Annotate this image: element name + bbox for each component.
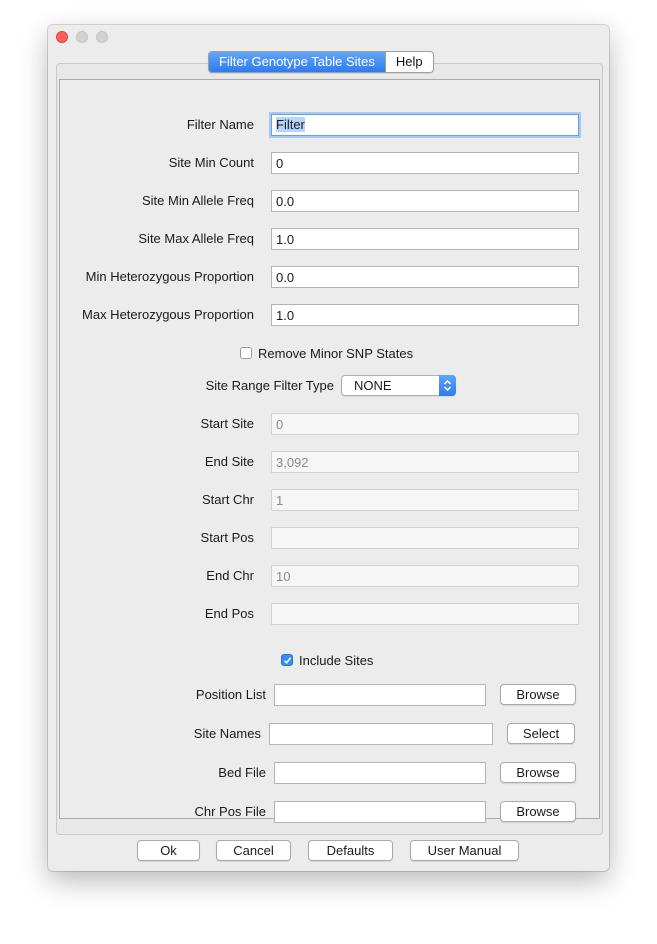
filter-name-value: Filter bbox=[276, 117, 305, 132]
bed-file-input[interactable] bbox=[274, 762, 486, 784]
chr-pos-file-input[interactable] bbox=[274, 801, 486, 823]
dialog-window: Filter Name Filter Site Min Count Site M… bbox=[48, 25, 609, 871]
updown-arrows-icon bbox=[439, 375, 456, 396]
remove-minor-snp-box[interactable] bbox=[240, 347, 252, 359]
start-pos-input[interactable] bbox=[271, 527, 579, 549]
site-min-count-input[interactable] bbox=[271, 152, 579, 174]
include-sites-box[interactable] bbox=[281, 654, 293, 666]
end-site-label: End Site bbox=[204, 454, 254, 469]
site-min-count-label: Site Min Count bbox=[168, 155, 254, 170]
start-chr-input[interactable] bbox=[271, 489, 579, 511]
defaults-button[interactable]: Defaults bbox=[308, 840, 393, 861]
range-filter-type-value: NONE bbox=[354, 378, 392, 393]
start-pos-label: Start Pos bbox=[200, 530, 254, 545]
chr-pos-file-label: Chr Pos File bbox=[194, 804, 266, 819]
ok-button[interactable]: Ok bbox=[137, 840, 200, 861]
checkmark-icon bbox=[283, 657, 292, 664]
position-list-browse-button[interactable]: Browse bbox=[500, 684, 576, 705]
close-window-button[interactable] bbox=[56, 31, 68, 43]
end-pos-input[interactable] bbox=[271, 603, 579, 625]
end-chr-input[interactable] bbox=[271, 565, 579, 587]
tab-help[interactable]: Help bbox=[384, 52, 433, 72]
tab-bar: Filter Genotype Table Sites Help bbox=[208, 51, 434, 73]
bed-file-browse-button[interactable]: Browse bbox=[500, 762, 576, 783]
end-site-input[interactable] bbox=[271, 451, 579, 473]
include-sites-checkbox[interactable]: Include Sites bbox=[281, 651, 373, 669]
minimize-window-button[interactable] bbox=[76, 31, 88, 43]
remove-minor-snp-checkbox[interactable]: Remove Minor SNP States bbox=[240, 344, 413, 362]
user-manual-button[interactable]: User Manual bbox=[410, 840, 519, 861]
cancel-button[interactable]: Cancel bbox=[216, 840, 291, 861]
min-het-proportion-label: Min Heterozygous Proportion bbox=[85, 269, 254, 284]
filter-name-input[interactable]: Filter bbox=[271, 114, 579, 136]
tab-filter-genotype-table-sites[interactable]: Filter Genotype Table Sites bbox=[209, 52, 385, 72]
bed-file-label: Bed File bbox=[218, 765, 266, 780]
remove-minor-snp-label: Remove Minor SNP States bbox=[258, 345, 414, 361]
start-site-label: Start Site bbox=[200, 416, 254, 431]
filter-name-label: Filter Name bbox=[186, 117, 254, 132]
start-chr-label: Start Chr bbox=[201, 492, 254, 507]
site-names-input[interactable] bbox=[269, 723, 493, 745]
site-names-select-button[interactable]: Select bbox=[507, 723, 575, 744]
site-min-allele-freq-label: Site Min Allele Freq bbox=[142, 193, 254, 208]
zoom-window-button[interactable] bbox=[96, 31, 108, 43]
site-max-allele-freq-input[interactable] bbox=[271, 228, 579, 250]
filter-form-panel: Filter Name Filter Site Min Count Site M… bbox=[59, 79, 600, 823]
chr-pos-file-browse-button[interactable]: Browse bbox=[500, 801, 576, 822]
max-het-proportion-label: Max Heterozygous Proportion bbox=[82, 307, 254, 322]
end-pos-label: End Pos bbox=[204, 606, 254, 621]
position-list-label: Position List bbox=[195, 687, 266, 702]
end-chr-label: End Chr bbox=[206, 568, 254, 583]
site-min-allele-freq-input[interactable] bbox=[271, 190, 579, 212]
position-list-input[interactable] bbox=[274, 684, 486, 706]
include-sites-label: Include Sites bbox=[299, 652, 374, 668]
min-het-proportion-input[interactable] bbox=[271, 266, 579, 288]
start-site-input[interactable] bbox=[271, 413, 579, 435]
range-filter-type-label: Site Range Filter Type bbox=[205, 378, 334, 393]
range-filter-type-select[interactable]: NONE bbox=[341, 375, 456, 396]
site-names-label: Site Names bbox=[193, 726, 261, 741]
max-het-proportion-input[interactable] bbox=[271, 304, 579, 326]
site-max-allele-freq-label: Site Max Allele Freq bbox=[138, 231, 254, 246]
